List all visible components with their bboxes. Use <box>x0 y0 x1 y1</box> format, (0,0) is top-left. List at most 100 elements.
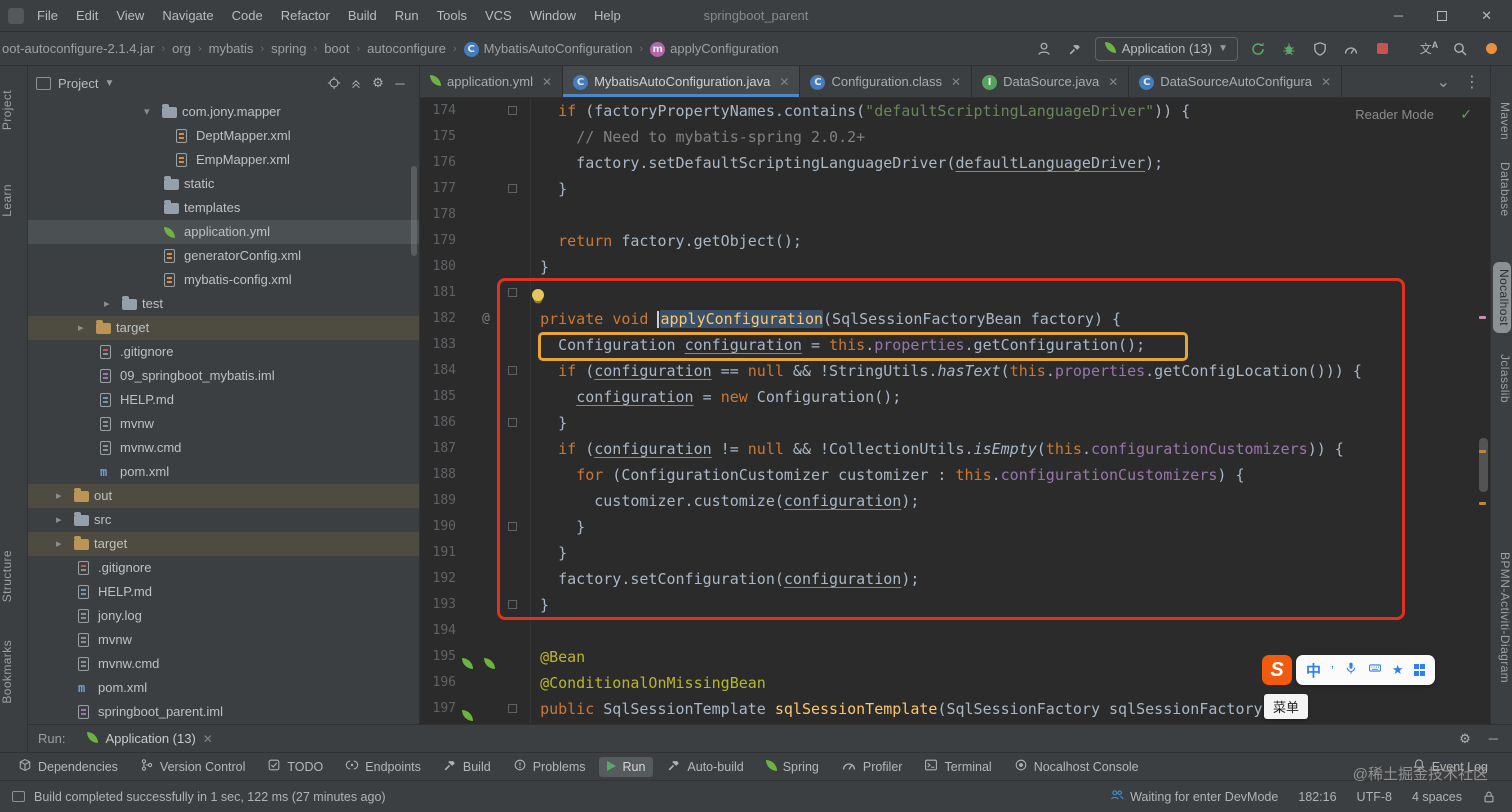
fold-marker[interactable] <box>508 522 517 531</box>
file-encoding[interactable]: UTF-8 <box>1357 790 1392 804</box>
search-icon[interactable] <box>1449 38 1471 60</box>
toolwindow-button-terminal[interactable]: Terminal <box>916 755 999 778</box>
toolwindow-button-run[interactable]: Run <box>599 756 654 777</box>
tree-row[interactable]: 09_springboot_mybatis.iml <box>28 364 419 388</box>
tree-row[interactable]: m pom.xml <box>28 460 419 484</box>
caret-position[interactable]: 182:16 <box>1298 790 1336 804</box>
code-line[interactable]: 187 if (configuration != null && !Collec… <box>420 436 1490 462</box>
editor-tab[interactable]: I DataSource.java ✕ <box>972 66 1130 97</box>
tree-row[interactable]: ▸ target <box>28 532 419 556</box>
close-icon[interactable]: ✕ <box>951 75 961 89</box>
toolwindow-button-endpoints[interactable]: Endpoints <box>337 755 429 778</box>
code-line[interactable]: 183 Configuration configuration = this.p… <box>420 332 1490 358</box>
code-line[interactable]: 174 if (factoryPropertyNames.contains("d… <box>420 98 1490 124</box>
menu-item-build[interactable]: Build <box>339 2 386 29</box>
breadcrumb-item[interactable]: autoconfigure <box>367 41 446 56</box>
profiler-icon[interactable] <box>1340 38 1362 60</box>
ime-language-toggle[interactable]: 中 <box>1306 660 1321 681</box>
strip-tab-jclasslib[interactable]: Jclasslib <box>1491 354 1512 403</box>
fold-marker[interactable] <box>508 418 517 427</box>
toolwindow-button-version-control[interactable]: Version Control <box>132 755 253 778</box>
fold-marker[interactable] <box>508 106 517 115</box>
code-line[interactable]: 194 <box>420 618 1490 644</box>
menu-item-navigate[interactable]: Navigate <box>153 2 222 29</box>
tab-list-chevron-icon[interactable]: ⌄ <box>1437 72 1450 92</box>
strip-tab-learn[interactable]: Learn <box>0 184 27 217</box>
code-line[interactable]: 182 @ private void applyConfiguration(Sql… <box>420 306 1490 332</box>
project-panel-title[interactable]: Project <box>58 76 98 91</box>
code-line[interactable]: 190 } <box>420 514 1490 540</box>
tree-row[interactable]: application.yml <box>28 220 419 244</box>
hide-panel-icon[interactable]: ─ <box>389 72 411 94</box>
strip-tab-nocalhost[interactable]: Nocalhost <box>1493 262 1511 333</box>
toolwindow-button-nocalhost-console[interactable]: Nocalhost Console <box>1006 755 1147 778</box>
keyboard-icon[interactable] <box>1368 661 1382 680</box>
tree-row[interactable]: static <box>28 172 419 196</box>
close-icon[interactable]: ✕ <box>1321 75 1331 89</box>
code-line[interactable]: 178 <box>420 202 1490 228</box>
toolwindow-button-auto-build[interactable]: Auto-build <box>659 755 751 778</box>
menu-item-code[interactable]: Code <box>223 2 272 29</box>
close-icon[interactable]: ✕ <box>203 732 213 746</box>
user-icon[interactable] <box>1033 38 1055 60</box>
tree-row[interactable]: generatorConfig.xml <box>28 244 419 268</box>
menu-item-file[interactable]: File <box>28 2 67 29</box>
debug-icon[interactable] <box>1278 38 1300 60</box>
ime-favorite-icon[interactable]: ★ <box>1392 662 1404 678</box>
chevron-right-icon[interactable]: ▸ <box>56 484 62 508</box>
intention-bulb-icon[interactable] <box>532 289 544 301</box>
tree-row[interactable]: ▸ out <box>28 484 419 508</box>
chevron-right-icon[interactable]: ▸ <box>78 316 84 340</box>
tree-row[interactable]: ▸ target <box>28 316 419 340</box>
fold-marker[interactable] <box>508 288 517 297</box>
chevron-down-icon[interactable]: ▾ <box>144 100 150 124</box>
toolwindow-button-todo[interactable]: TODO <box>259 755 331 778</box>
strip-tab-structure[interactable]: Structure <box>0 550 27 602</box>
editor-scrollbar[interactable] <box>1479 438 1488 492</box>
strip-tab-maven[interactable]: Maven <box>1491 102 1512 140</box>
toolwindow-button-build[interactable]: Build <box>435 755 499 778</box>
build-icon[interactable] <box>1064 38 1086 60</box>
tree-row[interactable]: mybatis-config.xml <box>28 268 419 292</box>
gear-icon[interactable]: ⚙ <box>1459 731 1471 747</box>
indent-setting[interactable]: 4 spaces <box>1412 790 1462 804</box>
code-line[interactable]: 197 public SqlSessionTemplate sqlSession… <box>420 696 1490 722</box>
maximize-button[interactable] <box>1437 10 1448 21</box>
close-icon[interactable]: ✕ <box>542 75 552 89</box>
editor-tab[interactable]: C Configuration.class ✕ <box>800 66 973 97</box>
tree-row[interactable]: springboot_parent.iml <box>28 700 419 724</box>
build-status-message[interactable]: Build completed successfully in 1 sec, 1… <box>34 790 386 804</box>
tree-row[interactable]: mvnw.cmd <box>28 436 419 460</box>
strip-tab-project[interactable]: Project <box>0 90 27 130</box>
menu-item-run[interactable]: Run <box>386 2 428 29</box>
breadcrumb-item[interactable]: oot-autoconfigure-2.1.4.jar <box>2 41 154 56</box>
tree-row[interactable]: ▸ test <box>28 292 419 316</box>
toolwindow-button-dependencies[interactable]: Dependencies <box>10 755 126 778</box>
chevron-right-icon[interactable]: ▸ <box>104 292 110 316</box>
close-icon[interactable]: ✕ <box>1108 75 1118 89</box>
toolwindow-button-spring[interactable]: Spring <box>758 757 827 777</box>
mic-icon[interactable] <box>1344 661 1358 680</box>
stop-icon[interactable] <box>1371 38 1393 60</box>
breadcrumb-item[interactable]: mybatis <box>209 41 254 56</box>
fold-marker[interactable] <box>508 600 517 609</box>
breadcrumb-item[interactable]: C MybatisAutoConfiguration <box>463 40 632 57</box>
code-line[interactable]: 192 factory.setConfiguration(configurati… <box>420 566 1490 592</box>
more-icon[interactable]: ⋮ <box>1464 72 1480 92</box>
sogou-ime-icon[interactable]: S <box>1262 655 1292 685</box>
devmode-status[interactable]: Waiting for enter DevMode <box>1110 788 1278 805</box>
code-line[interactable]: 188 for (ConfigurationCustomizer customi… <box>420 462 1490 488</box>
code-line[interactable]: 175 // Need to mybatis-spring 2.0.2+ <box>420 124 1490 150</box>
breadcrumb-item[interactable]: boot <box>324 41 349 56</box>
spring-bean-gutter-icon[interactable] <box>462 703 473 724</box>
toolwindow-button-profiler[interactable]: Profiler <box>833 754 911 779</box>
tree-row[interactable]: ▸ src <box>28 508 419 532</box>
coverage-icon[interactable] <box>1309 38 1331 60</box>
tree-row[interactable]: mvnw <box>28 412 419 436</box>
code-line[interactable]: 191 } <box>420 540 1490 566</box>
breadcrumb-item[interactable]: m applyConfiguration <box>650 40 779 57</box>
breadcrumb-item[interactable]: spring <box>271 41 306 56</box>
collapse-all-icon[interactable] <box>345 72 367 94</box>
run-tab[interactable]: Application (13) ✕ <box>79 731 220 746</box>
close-icon[interactable]: ✕ <box>779 75 789 89</box>
